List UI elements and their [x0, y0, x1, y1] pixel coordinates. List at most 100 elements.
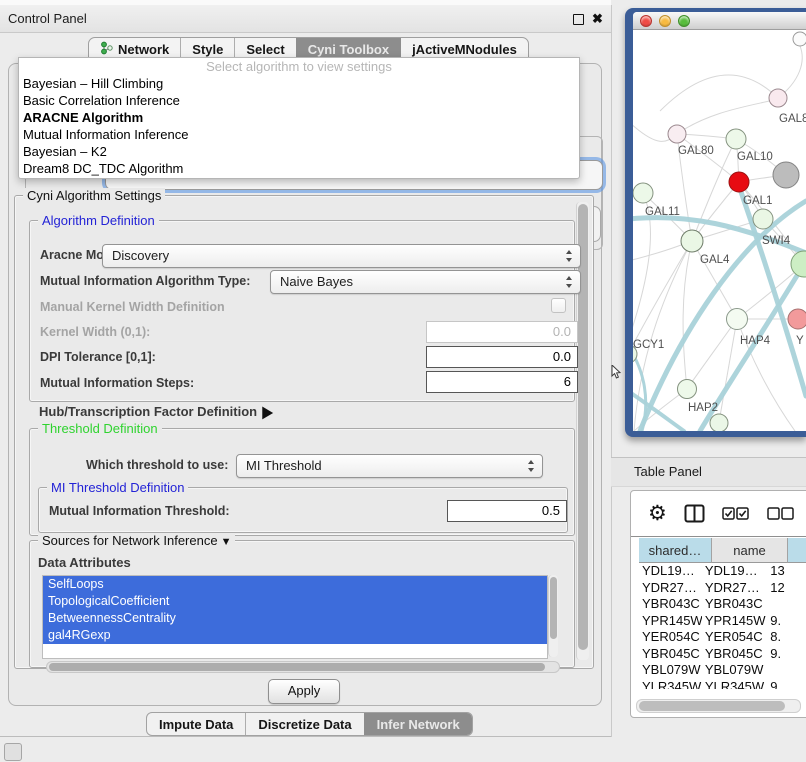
node-label: HAP2 [688, 402, 718, 414]
table-row[interactable]: YBR043CYBR043C [639, 596, 806, 613]
algorithm-option-basic-correlation-inference[interactable]: Basic Correlation Inference [19, 92, 579, 109]
mi-algorithm-type-combo[interactable]: Naive Bayes [270, 270, 581, 294]
checked-pair-icon[interactable] [722, 506, 750, 521]
table-row[interactable]: YLR345WYLR345W9. [639, 679, 806, 690]
tab-label: Discretize Data [258, 717, 351, 732]
attribute-item-gal4rgexp[interactable]: gal4RGexp [43, 627, 547, 644]
network-node[interactable] [773, 162, 799, 188]
float-window-icon[interactable] [573, 14, 584, 25]
network-node-gal4[interactable] [681, 230, 703, 252]
corner-chip-icon[interactable] [4, 743, 22, 761]
table-header-row: shared…nameA [639, 538, 806, 563]
minimize-traffic-light-icon[interactable] [659, 15, 671, 27]
network-edge[interactable] [683, 241, 692, 389]
combo-spinner-icon [566, 249, 573, 263]
tab-discretize-data[interactable]: Discretize Data [245, 713, 363, 735]
close-icon[interactable]: ✖ [592, 10, 603, 27]
aracne-mode-combo[interactable]: Discovery [102, 244, 581, 268]
node-label: GAL11 [645, 206, 680, 218]
attribute-item-betweennesscentrality[interactable]: BetweennessCentrality [43, 610, 547, 627]
network-edge[interactable] [660, 75, 778, 111]
table-cell: 9. [767, 613, 806, 630]
table-row[interactable]: YDL19…YDL19…13 [639, 563, 806, 580]
sources-group-title[interactable]: Sources for Network Inference▼ [38, 533, 235, 548]
network-node-gal80[interactable] [668, 125, 686, 143]
attribute-item-topologicalcoefficient[interactable]: TopologicalCoefficient [43, 593, 547, 610]
table-panel-header: Table Panel [611, 457, 806, 487]
collapse-arrow-icon: ▼ [221, 536, 232, 548]
tab-impute-data[interactable]: Impute Data [147, 713, 245, 735]
cyni-algorithm-settings-group: Cyni Algorithm Settings Algorithm Defini… [14, 195, 594, 669]
algorithm-option-mutual-information-inference[interactable]: Mutual Information Inference [19, 126, 579, 143]
data-attributes-list[interactable]: SelfLoopsTopologicalCoefficientBetweenne… [42, 575, 548, 659]
attributes-hscrollbar[interactable] [46, 661, 560, 673]
threshold-definition-group: Threshold Definition Which threshold to … [29, 428, 575, 536]
network-node-gal10[interactable] [726, 129, 746, 149]
aracne-mode-value: Discovery [112, 248, 169, 263]
network-node[interactable] [710, 414, 728, 431]
unchecked-pair-icon[interactable] [767, 506, 795, 521]
network-node-hap4[interactable] [727, 309, 748, 330]
table-cell: YDR27… [702, 580, 767, 597]
network-node-swi4[interactable] [753, 209, 773, 229]
network-edge[interactable] [677, 99, 778, 134]
network-edge[interactable] [687, 319, 737, 389]
table-row[interactable]: YDR27…YDR27…12 [639, 580, 806, 597]
network-edge[interactable] [692, 241, 737, 319]
network-edge[interactable] [719, 319, 737, 422]
network-view-window: GAL8GAL80GAL10GAL1GAL11SWI4GAL4GCY1HAP4Y… [625, 8, 806, 437]
network-node[interactable] [793, 32, 806, 46]
tab-infer-network[interactable]: Infer Network [364, 713, 472, 735]
network-canvas[interactable]: GAL8GAL80GAL10GAL1GAL11SWI4GAL4GCY1HAP4Y… [633, 31, 806, 431]
table-row[interactable]: YPR145WYPR145W9. [639, 613, 806, 630]
manual-kernel-checkbox[interactable] [551, 298, 566, 313]
mi-steps-field[interactable]: 6 [426, 371, 578, 393]
table-cell: YER054C [639, 629, 702, 646]
window-bottom-border [0, 736, 611, 737]
table-cell: YDL19… [639, 563, 702, 580]
data-attributes-label: Data Attributes [38, 555, 131, 570]
table-row[interactable]: YBR045CYBR045C9. [639, 646, 806, 663]
table-hscrollbar[interactable] [636, 699, 801, 713]
split-columns-icon[interactable] [684, 504, 705, 523]
table-cell [767, 662, 806, 679]
network-node-gal11[interactable] [633, 183, 653, 203]
table-cell: 9. [767, 679, 806, 690]
network-node-gal1[interactable] [729, 172, 749, 192]
attributes-vscrollbar[interactable] [548, 575, 558, 657]
network-node-gal8[interactable] [769, 89, 787, 107]
table-row[interactable]: YER054CYER054C8. [639, 629, 806, 646]
mouse-cursor [611, 365, 623, 379]
table-row[interactable]: YBL079WYBL079W [639, 662, 806, 679]
network-window-titlebar[interactable] [633, 12, 806, 30]
kernel-width-field[interactable]: 0.0 [426, 321, 578, 343]
algorithm-definition-group: Algorithm Definition Aracne Mode: Discov… [29, 220, 575, 402]
node-label: HAP4 [740, 335, 771, 347]
dpi-tolerance-field[interactable]: 0.0 [426, 346, 578, 368]
which-threshold-combo[interactable]: MI Threshold [236, 454, 543, 478]
column-header-name[interactable]: name [712, 538, 788, 563]
combo-spinner-icon [566, 275, 573, 289]
zoom-traffic-light-icon[interactable] [678, 15, 690, 27]
algorithm-option-aracne-algorithm[interactable]: ARACNE Algorithm [19, 109, 579, 126]
table-cell: YLR345W [639, 679, 702, 690]
algorithm-option-dream8-dc-tdc-algorithm[interactable]: Dream8 DC_TDC Algorithm [19, 160, 579, 177]
network-node-hap2[interactable] [678, 380, 697, 399]
close-traffic-light-icon[interactable] [640, 15, 652, 27]
column-header-a[interactable]: A [788, 538, 806, 563]
gear-icon[interactable]: ⚙ [648, 504, 667, 524]
apply-button[interactable]: Apply [268, 679, 340, 704]
attribute-item-selfloops[interactable]: SelfLoops [43, 576, 547, 593]
control-panel-title: Control Panel [8, 5, 87, 32]
cyni-mode-tabs: Impute Data Discretize Data Infer Network [146, 712, 473, 736]
column-header-shared[interactable]: shared… [639, 538, 712, 563]
algorithm-option-bayesian-hill-climbing[interactable]: Bayesian – Hill Climbing [19, 75, 579, 92]
table-panel-title: Table Panel [634, 458, 702, 486]
tab-label: Style [192, 42, 223, 57]
mi-threshold-field[interactable]: 0.5 [447, 500, 567, 522]
network-node-y[interactable] [788, 309, 806, 329]
algorithm-option-bayesian-k2[interactable]: Bayesian – K2 [19, 143, 579, 160]
hub-definition-toggle[interactable]: Hub/Transcription Factor Definition▶ [39, 404, 272, 419]
table-cell: YBR045C [702, 646, 767, 663]
mi-threshold-definition-group: MI Threshold Definition Mutual Informati… [38, 487, 568, 533]
